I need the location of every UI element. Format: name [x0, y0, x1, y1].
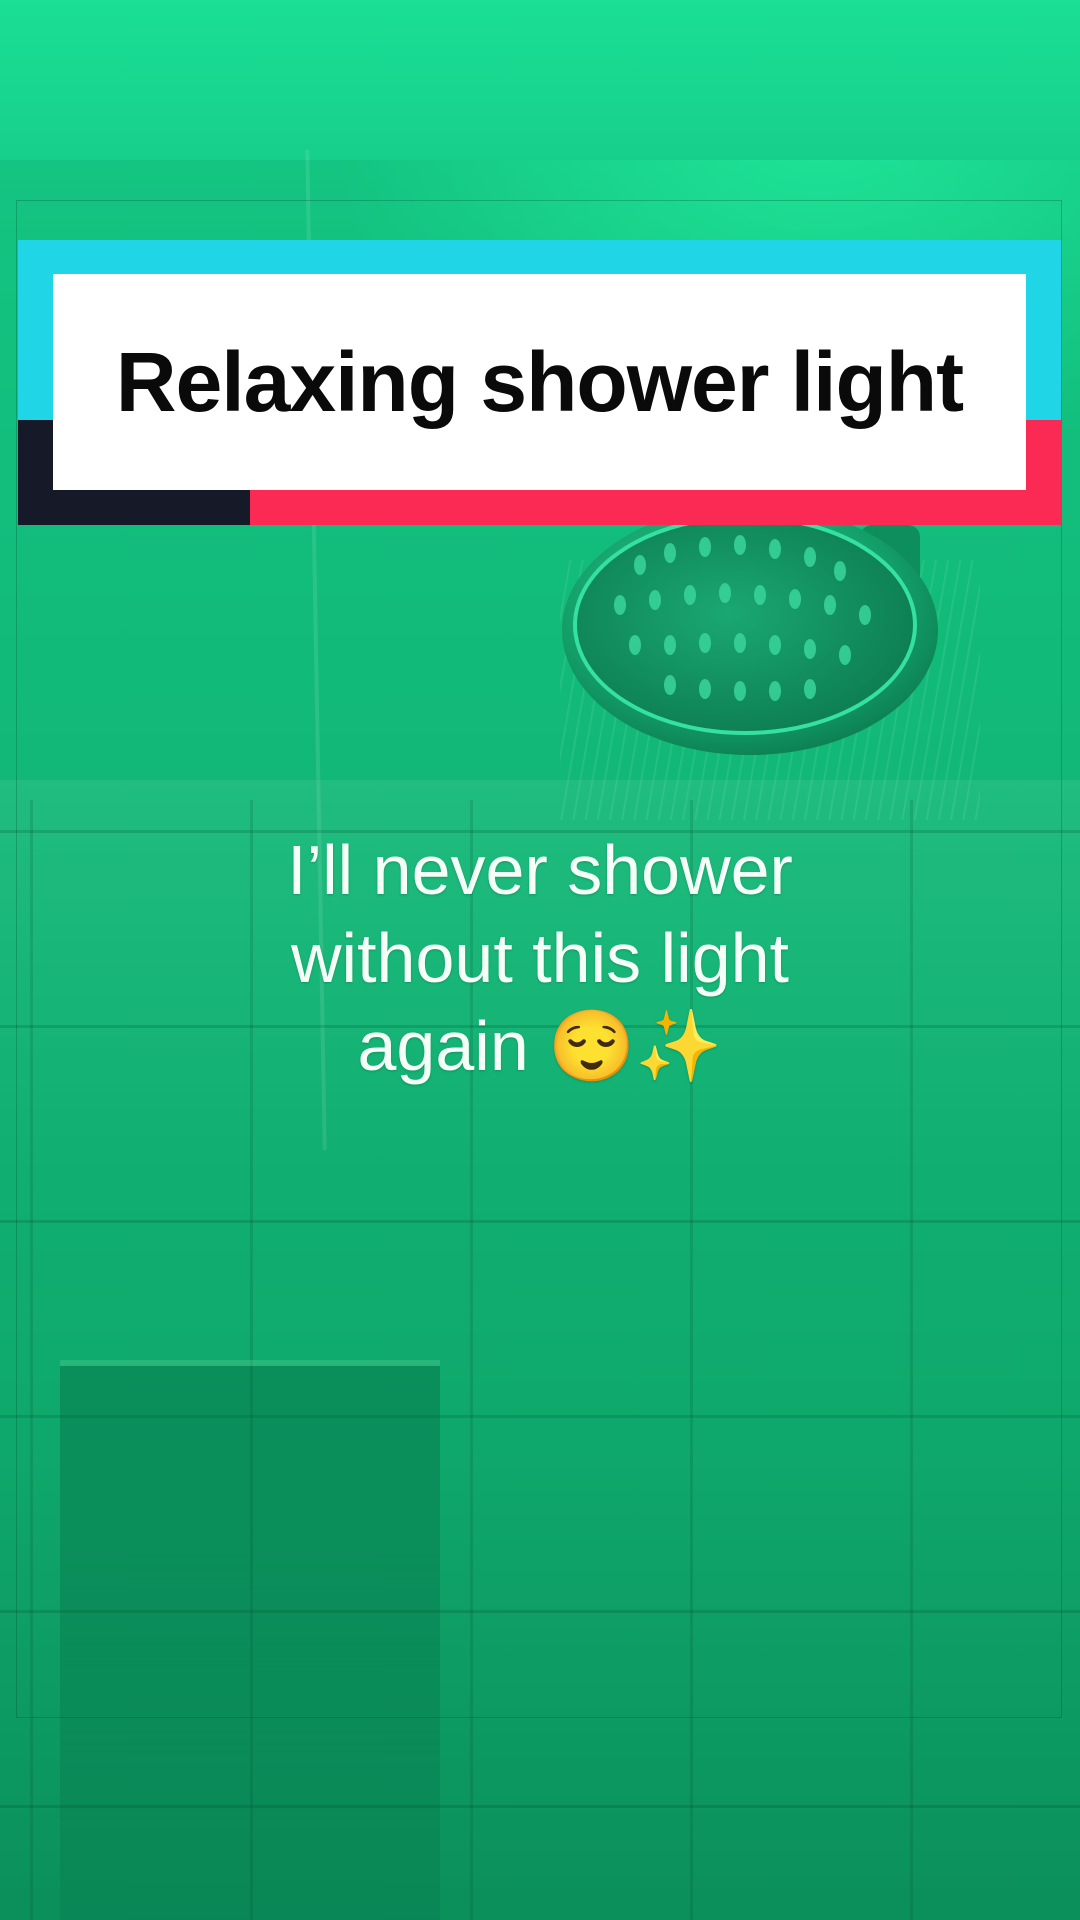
background-photo: Relaxing shower light I’ll never shower …: [0, 0, 1080, 1920]
shower-head-icon: [562, 505, 938, 755]
caption-line-1: I’ll never shower: [287, 831, 793, 909]
caption-line-3: again 😌✨: [357, 1007, 723, 1085]
title-banner: Relaxing shower light: [18, 240, 1061, 525]
caption-line-2: without this light: [290, 919, 790, 997]
banner-white-panel: Relaxing shower light: [53, 274, 1026, 490]
caption-text: I’ll never shower without this light aga…: [140, 826, 940, 1090]
banner-title: Relaxing shower light: [115, 334, 964, 429]
ceiling: [0, 0, 1080, 160]
